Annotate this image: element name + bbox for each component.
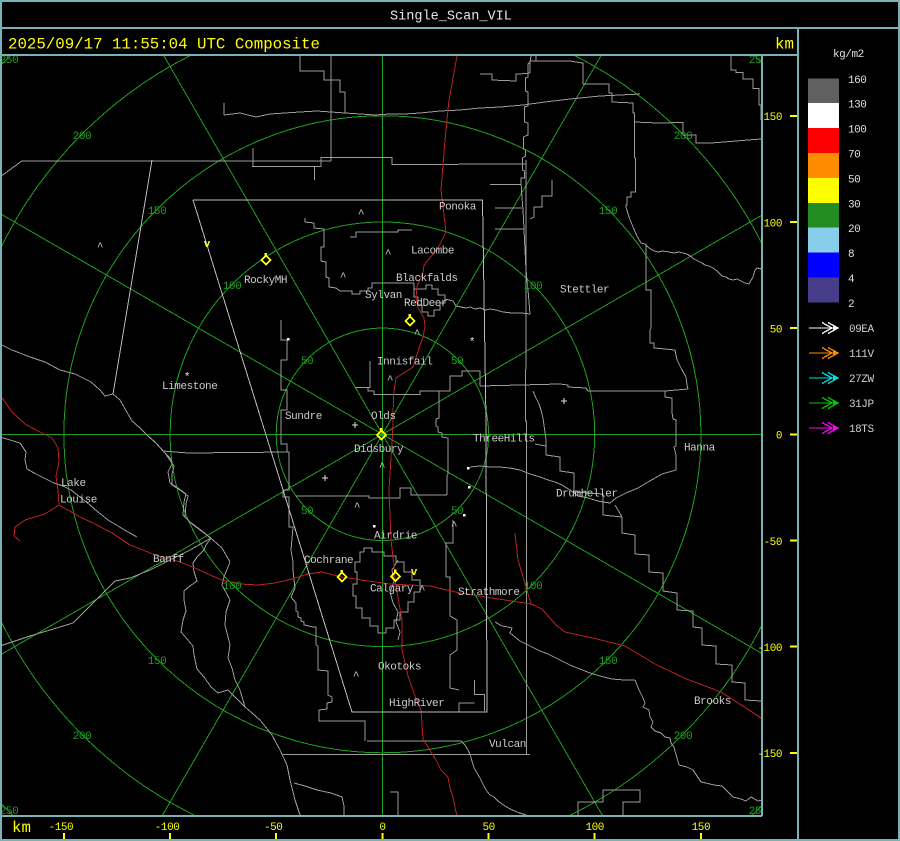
svg-text:^: ^ (354, 502, 360, 514)
svg-text:200: 200 (674, 131, 692, 143)
svg-text:100: 100 (223, 281, 241, 293)
svg-text:^: ^ (353, 671, 359, 683)
svg-text:0: 0 (379, 822, 385, 834)
svg-text:0: 0 (776, 431, 782, 443)
svg-text:v: v (411, 567, 418, 579)
svg-text:^: ^ (97, 242, 103, 254)
svg-text:09EA: 09EA (849, 324, 874, 336)
svg-text:160: 160 (848, 75, 866, 87)
svg-text:200: 200 (73, 731, 91, 743)
svg-text:Ponoka: Ponoka (439, 202, 477, 214)
svg-text:2025/09/17 11:55:04 UTC Compos: 2025/09/17 11:55:04 UTC Composite (8, 36, 320, 54)
svg-text:km: km (775, 36, 794, 54)
svg-text:50: 50 (301, 506, 313, 518)
svg-text:-100: -100 (757, 643, 782, 655)
svg-text:Innisfail: Innisfail (377, 357, 432, 369)
svg-text:Drumheller: Drumheller (556, 489, 618, 501)
svg-text:50: 50 (770, 324, 782, 336)
svg-text:Airdrie: Airdrie (374, 531, 417, 543)
svg-text:*: * (184, 372, 190, 384)
svg-text:70: 70 (848, 150, 860, 162)
svg-text:Lacombe: Lacombe (411, 246, 454, 258)
svg-text:Olds: Olds (371, 411, 396, 423)
svg-text:Sundre: Sundre (285, 411, 322, 423)
svg-text:Banff: Banff (153, 554, 184, 566)
svg-text:31JP: 31JP (849, 399, 874, 411)
svg-text:250: 250 (0, 55, 18, 67)
svg-text:HighRiver: HighRiver (389, 698, 444, 710)
svg-text:100: 100 (764, 218, 782, 230)
svg-text:-50: -50 (764, 537, 782, 549)
svg-text:50: 50 (451, 506, 463, 518)
svg-text:km: km (12, 819, 31, 837)
svg-text:-150: -150 (49, 822, 74, 834)
svg-text:Sylvan: Sylvan (365, 290, 402, 302)
svg-text:Okotoks: Okotoks (378, 662, 421, 674)
svg-text:-100: -100 (155, 822, 180, 834)
svg-text:Hanna: Hanna (684, 443, 716, 455)
svg-text:50: 50 (301, 356, 313, 368)
svg-text:18TS: 18TS (849, 424, 874, 436)
svg-text:^: ^ (379, 462, 385, 474)
svg-text:Louise: Louise (60, 495, 97, 507)
svg-text:100: 100 (223, 581, 241, 593)
svg-text:8: 8 (848, 249, 854, 261)
svg-text:Blackfalds: Blackfalds (396, 273, 458, 285)
svg-text:111V: 111V (849, 349, 874, 361)
svg-text:^: ^ (385, 249, 391, 261)
svg-text:200: 200 (73, 131, 91, 143)
svg-text:v: v (204, 239, 211, 251)
svg-text:^: ^ (414, 329, 420, 341)
svg-text:20: 20 (848, 224, 860, 236)
svg-text:150: 150 (148, 656, 166, 668)
svg-text:150: 150 (692, 822, 710, 834)
svg-text:RedDeer: RedDeer (404, 298, 447, 310)
svg-text:-50: -50 (264, 822, 282, 834)
svg-text:RockyMH: RockyMH (244, 275, 287, 287)
svg-text:Calgary: Calgary (370, 584, 414, 596)
svg-text:100: 100 (524, 281, 542, 293)
svg-text:100: 100 (848, 125, 866, 137)
svg-text:Lake: Lake (61, 478, 86, 490)
svg-text:Brooks: Brooks (694, 696, 731, 708)
svg-text:50: 50 (482, 822, 494, 834)
svg-text:100: 100 (524, 581, 542, 593)
svg-text:200: 200 (674, 731, 692, 743)
svg-text:Strathmore: Strathmore (458, 587, 520, 599)
svg-text:^: ^ (419, 585, 425, 597)
svg-text:150: 150 (764, 112, 782, 124)
svg-text:kg/m2: kg/m2 (833, 49, 864, 61)
svg-text:ThreeHills: ThreeHills (473, 434, 535, 446)
svg-text:Stettler: Stettler (560, 285, 609, 297)
svg-text:*: * (469, 337, 475, 349)
svg-text:30: 30 (848, 199, 860, 211)
svg-text:^: ^ (340, 272, 346, 284)
svg-text:50: 50 (451, 356, 463, 368)
svg-text:50: 50 (848, 174, 860, 186)
svg-text:4: 4 (848, 274, 855, 286)
svg-text:150: 150 (148, 206, 166, 218)
svg-text:^: ^ (387, 375, 393, 387)
svg-text:Cochrane: Cochrane (304, 555, 353, 567)
svg-text:^: ^ (451, 521, 457, 533)
svg-text:^: ^ (358, 209, 364, 221)
svg-text:150: 150 (599, 206, 617, 218)
svg-text:Didsbury: Didsbury (354, 444, 404, 456)
svg-text:Single_Scan_VIL: Single_Scan_VIL (390, 10, 512, 25)
svg-text:150: 150 (599, 656, 617, 668)
svg-text:Vulcan: Vulcan (489, 739, 526, 751)
svg-text:-150: -150 (757, 749, 782, 761)
svg-text:130: 130 (848, 100, 866, 112)
svg-text:2: 2 (848, 299, 854, 311)
svg-text:27ZW: 27ZW (849, 374, 874, 386)
svg-text:100: 100 (585, 822, 603, 834)
